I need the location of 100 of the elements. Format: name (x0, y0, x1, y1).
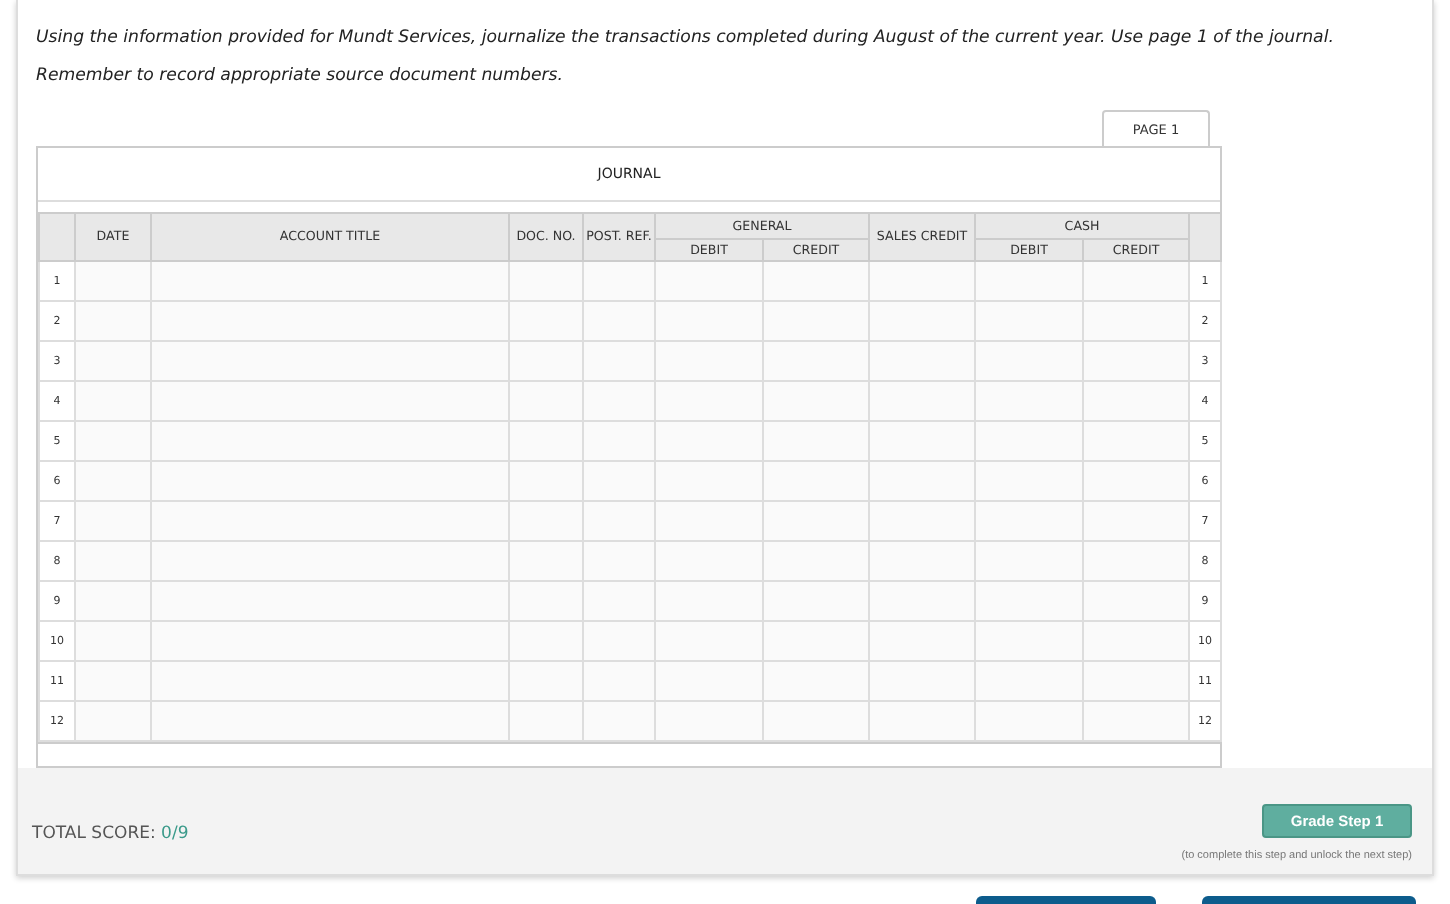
input-cell[interactable] (869, 501, 976, 541)
input-cell[interactable] (509, 421, 583, 461)
input-cell[interactable] (763, 461, 870, 501)
input-cell[interactable] (975, 341, 1084, 381)
input-cell[interactable] (75, 701, 151, 741)
input-cell[interactable] (75, 421, 151, 461)
input-cell[interactable] (1083, 421, 1190, 461)
input-cell[interactable] (75, 341, 151, 381)
input-cell[interactable] (869, 701, 976, 741)
input-cell[interactable] (583, 341, 655, 381)
input-cell[interactable] (509, 661, 583, 701)
input-cell[interactable] (151, 421, 509, 461)
input-cell[interactable] (509, 581, 583, 621)
input-cell[interactable] (763, 661, 870, 701)
input-cell[interactable] (975, 261, 1084, 301)
input-cell[interactable] (1083, 301, 1190, 341)
input-cell[interactable] (151, 621, 509, 661)
input-cell[interactable] (75, 501, 151, 541)
input-cell[interactable] (975, 301, 1084, 341)
input-cell[interactable] (869, 621, 976, 661)
input-cell[interactable] (75, 661, 151, 701)
input-cell[interactable] (869, 461, 976, 501)
input-cell[interactable] (509, 501, 583, 541)
input-cell[interactable] (583, 501, 655, 541)
input-cell[interactable] (975, 381, 1084, 421)
input-cell[interactable] (655, 501, 763, 541)
input-cell[interactable] (763, 541, 870, 581)
input-cell[interactable] (1083, 261, 1190, 301)
input-cell[interactable] (655, 341, 763, 381)
input-cell[interactable] (655, 541, 763, 581)
input-cell[interactable] (975, 701, 1084, 741)
input-cell[interactable] (655, 581, 763, 621)
input-cell[interactable] (869, 301, 976, 341)
input-cell[interactable] (509, 261, 583, 301)
input-cell[interactable] (869, 341, 976, 381)
input-cell[interactable] (151, 341, 509, 381)
input-cell[interactable] (583, 421, 655, 461)
input-cell[interactable] (75, 621, 151, 661)
input-cell[interactable] (869, 261, 976, 301)
input-cell[interactable] (509, 541, 583, 581)
input-cell[interactable] (869, 661, 976, 701)
input-cell[interactable] (975, 621, 1084, 661)
input-cell[interactable] (763, 261, 870, 301)
input-cell[interactable] (583, 581, 655, 621)
input-cell[interactable] (75, 261, 151, 301)
input-cell[interactable] (1083, 701, 1190, 741)
input-cell[interactable] (975, 581, 1084, 621)
input-cell[interactable] (583, 261, 655, 301)
input-cell[interactable] (583, 541, 655, 581)
input-cell[interactable] (655, 621, 763, 661)
input-cell[interactable] (655, 421, 763, 461)
input-cell[interactable] (655, 701, 763, 741)
input-cell[interactable] (151, 501, 509, 541)
input-cell[interactable] (75, 381, 151, 421)
input-cell[interactable] (1083, 461, 1190, 501)
input-cell[interactable] (655, 461, 763, 501)
input-cell[interactable] (75, 301, 151, 341)
input-cell[interactable] (655, 661, 763, 701)
input-cell[interactable] (509, 701, 583, 741)
input-cell[interactable] (763, 421, 870, 461)
input-cell[interactable] (975, 661, 1084, 701)
input-cell[interactable] (869, 381, 976, 421)
input-cell[interactable] (975, 501, 1084, 541)
input-cell[interactable] (151, 261, 509, 301)
input-cell[interactable] (509, 381, 583, 421)
input-cell[interactable] (975, 421, 1084, 461)
input-cell[interactable] (1083, 661, 1190, 701)
input-cell[interactable] (509, 301, 583, 341)
input-cell[interactable] (1083, 581, 1190, 621)
input-cell[interactable] (509, 621, 583, 661)
input-cell[interactable] (763, 581, 870, 621)
input-cell[interactable] (763, 621, 870, 661)
input-cell[interactable] (655, 381, 763, 421)
input-cell[interactable] (509, 461, 583, 501)
input-cell[interactable] (763, 501, 870, 541)
input-cell[interactable] (1083, 381, 1190, 421)
input-cell[interactable] (583, 661, 655, 701)
input-cell[interactable] (151, 581, 509, 621)
input-cell[interactable] (975, 461, 1084, 501)
input-cell[interactable] (151, 661, 509, 701)
input-cell[interactable] (583, 301, 655, 341)
input-cell[interactable] (583, 461, 655, 501)
input-cell[interactable] (1083, 341, 1190, 381)
input-cell[interactable] (763, 301, 870, 341)
input-cell[interactable] (583, 621, 655, 661)
input-cell[interactable] (151, 381, 509, 421)
input-cell[interactable] (583, 381, 655, 421)
input-cell[interactable] (151, 701, 509, 741)
input-cell[interactable] (763, 701, 870, 741)
input-cell[interactable] (869, 581, 976, 621)
input-cell[interactable] (655, 301, 763, 341)
input-cell[interactable] (763, 341, 870, 381)
input-cell[interactable] (1083, 501, 1190, 541)
input-cell[interactable] (975, 541, 1084, 581)
input-cell[interactable] (869, 421, 976, 461)
input-cell[interactable] (869, 541, 976, 581)
input-cell[interactable] (509, 341, 583, 381)
input-cell[interactable] (763, 381, 870, 421)
input-cell[interactable] (75, 581, 151, 621)
input-cell[interactable] (75, 541, 151, 581)
